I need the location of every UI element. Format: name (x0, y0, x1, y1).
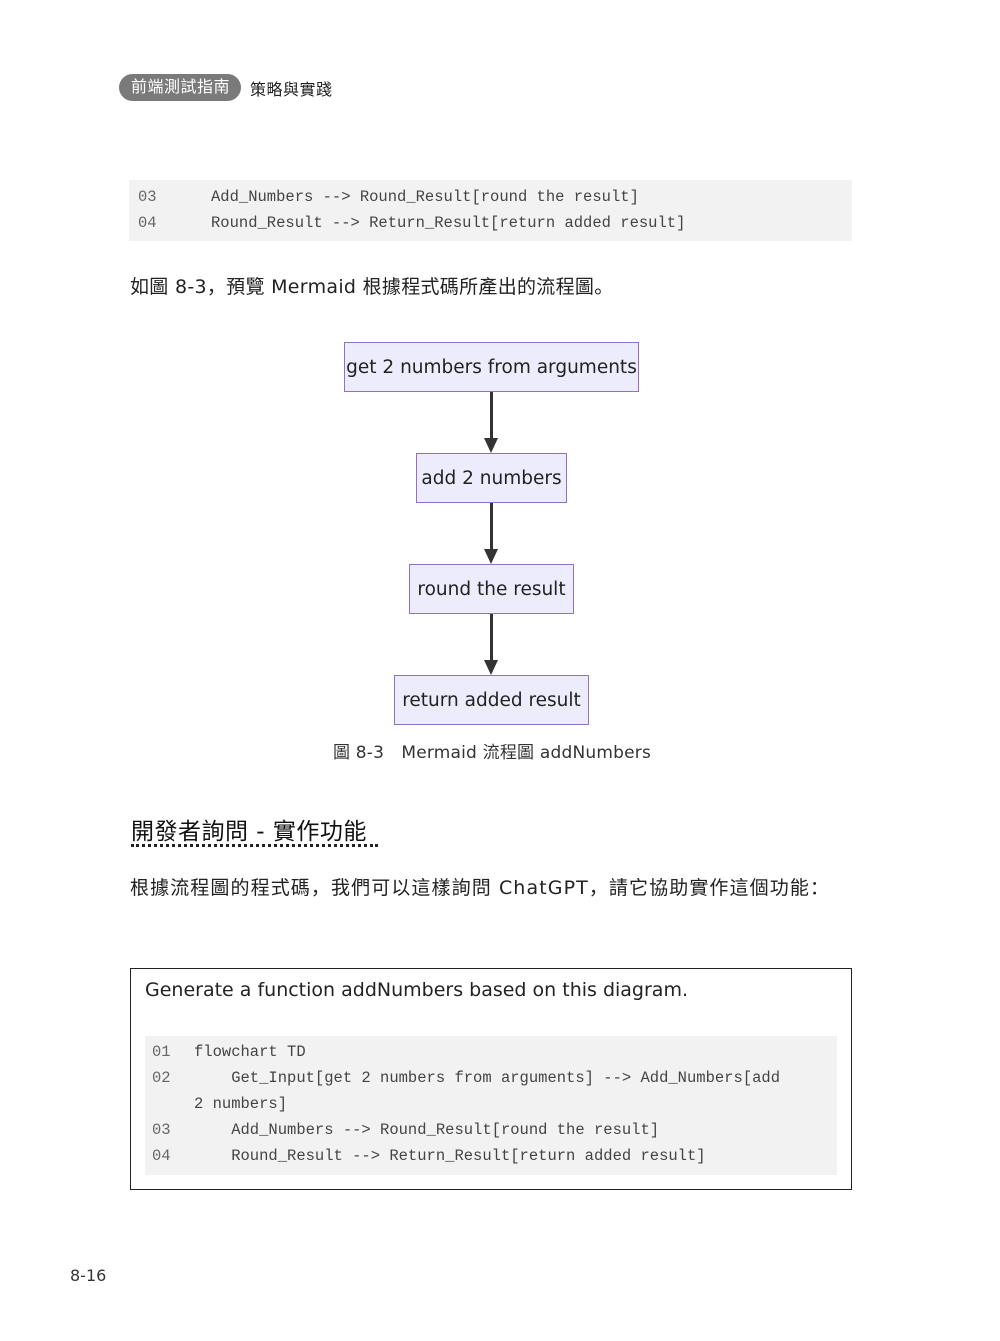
code-text: Round_Result --> Return_Result[return ad… (211, 214, 686, 232)
line-number: 04 (138, 214, 157, 232)
arrow-down-icon (484, 438, 498, 453)
code-text: flowchart TD (194, 1043, 306, 1061)
prompt-code-block: 01 flowchart TD 02 Get_Input[get 2 numbe… (145, 1036, 837, 1175)
line-number: 03 (138, 188, 157, 206)
line-number: 04 (152, 1147, 171, 1165)
book-title-badge: 前端測試指南 (119, 74, 242, 101)
line-number: 03 (152, 1121, 171, 1139)
code-line: 04 Round_Result --> Return_Result[return… (145, 1143, 837, 1169)
running-header: 前端測試指南 策略與實踐 (119, 74, 333, 101)
code-line: 03 Add_Numbers --> Round_Result[round th… (129, 184, 852, 210)
flow-node-add-numbers: add 2 numbers (416, 453, 567, 503)
flow-edge-line (490, 614, 493, 660)
figure-caption: 圖 8-3 Mermaid 流程圖 addNumbers (332, 743, 652, 763)
code-block-continued: 03 Add_Numbers --> Round_Result[round th… (129, 180, 852, 241)
section-heading: 開發者詢問 - 實作功能 (131, 819, 367, 845)
flow-node-round-result: round the result (409, 564, 574, 614)
body-paragraph: 根據流程圖的程式碼，我們可以這樣詢問 ChatGPT，請它協助實作這個功能： (130, 877, 831, 899)
flow-node-get-input: get 2 numbers from arguments (344, 342, 639, 392)
flow-edge-line (490, 392, 493, 438)
flow-node-return-result: return added result (394, 675, 589, 725)
page-number: 8-16 (70, 1266, 107, 1285)
code-text: 2 numbers] (194, 1095, 288, 1113)
arrow-down-icon (484, 549, 498, 564)
code-text: Add_Numbers --> Round_Result[round the r… (194, 1121, 660, 1139)
arrow-down-icon (484, 660, 498, 675)
code-text: Add_Numbers --> Round_Result[round the r… (211, 188, 639, 206)
flow-edge-line (490, 503, 493, 549)
code-line: 03 Add_Numbers --> Round_Result[round th… (145, 1117, 837, 1143)
dotted-underline (131, 844, 378, 847)
prompt-box: Generate a function addNumbers based on … (130, 968, 852, 1190)
code-line: 01 flowchart TD (145, 1039, 837, 1065)
code-line-continuation: 2 numbers] (145, 1091, 837, 1117)
code-line: 04 Round_Result --> Return_Result[return… (129, 210, 852, 236)
prompt-text: Generate a function addNumbers based on … (145, 979, 688, 1001)
code-text: Get_Input[get 2 numbers from arguments] … (194, 1069, 780, 1087)
intro-paragraph: 如圖 8-3，預覽 Mermaid 根據程式碼所產出的流程圖。 (130, 276, 614, 298)
line-number: 01 (152, 1043, 171, 1061)
line-number: 02 (152, 1069, 171, 1087)
code-text: Round_Result --> Return_Result[return ad… (194, 1147, 706, 1165)
book-subtitle: 策略與實踐 (250, 79, 333, 99)
code-line: 02 Get_Input[get 2 numbers from argument… (145, 1065, 837, 1091)
flowchart-diagram: get 2 numbers from arguments add 2 numbe… (0, 0, 1000, 780)
